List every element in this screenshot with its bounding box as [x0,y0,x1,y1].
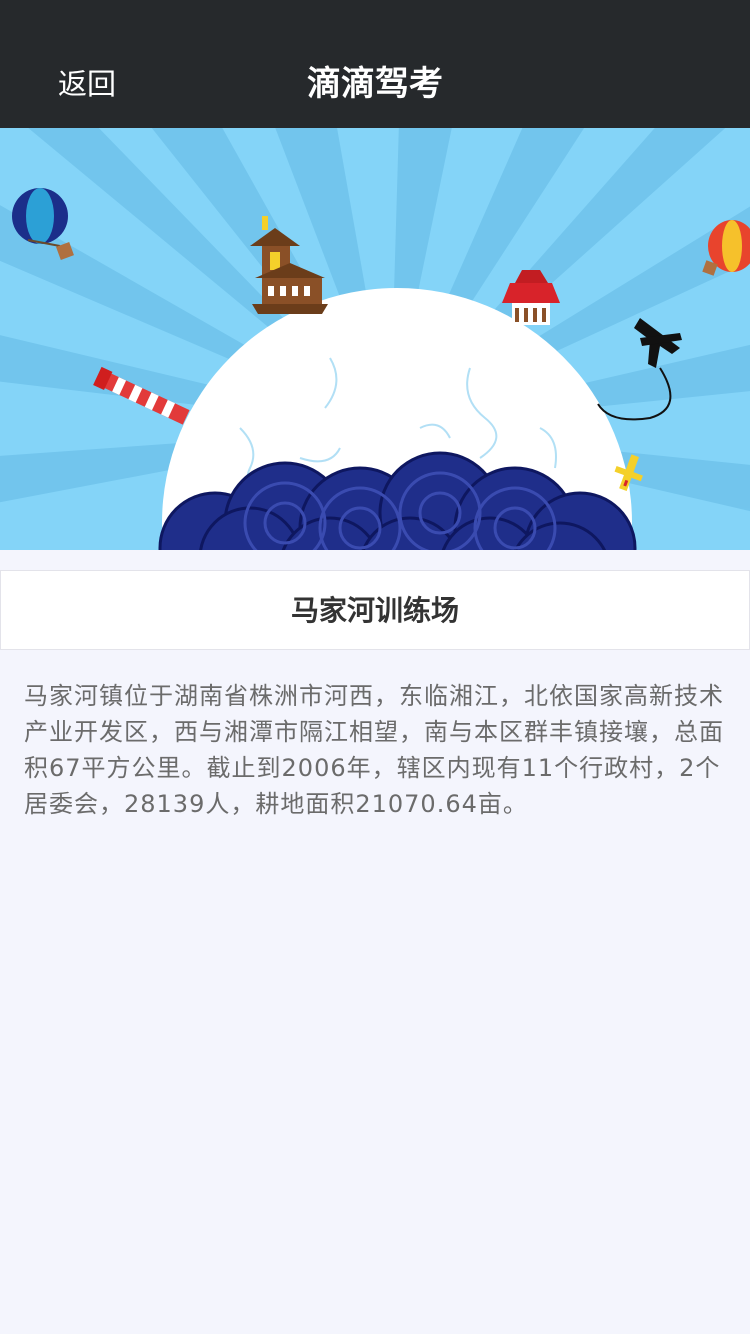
navbar: 返回 滴滴驾考 [0,0,750,128]
page-title: 滴滴驾考 [307,64,443,104]
place-description: 马家河镇位于湖南省株洲市河西，东临湘江，北依国家高新技术产业开发区，西与湘潭市隔… [24,682,724,818]
place-title-card: 马家河训练场 [0,570,750,650]
banner-illustration [0,128,750,550]
place-name: 马家河训练场 [290,594,459,627]
